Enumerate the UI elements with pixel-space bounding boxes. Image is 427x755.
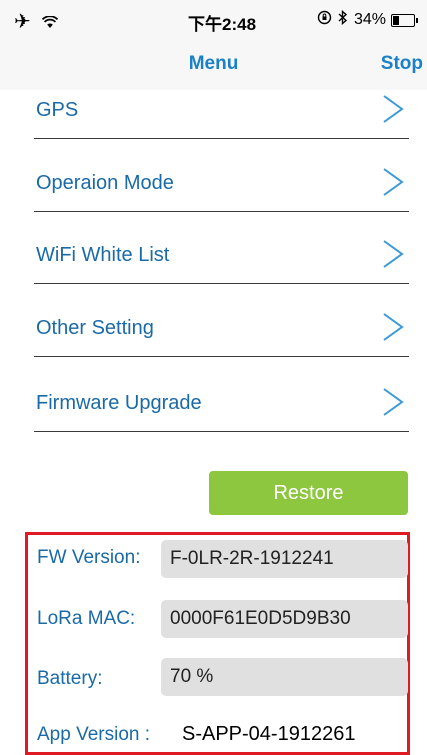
status-left: ✈ [14,9,58,34]
status-right: 34% [317,9,418,30]
device-info-panel: FW Version: F-0LR-2R-1912241 LoRa MAC: 0… [25,532,410,755]
menu-item-label: Firmware Upgrade [36,392,202,414]
chevron-right-icon [383,313,404,341]
app-version-label: App Version : [37,724,151,745]
status-bar: ✈ 下午2:48 34% [0,0,427,40]
menu-item-other-setting[interactable]: Other Setting [34,294,409,357]
battery-field: 70 % [161,658,408,696]
chevron-right-icon [383,388,404,416]
menu-item-operation-mode[interactable]: Operaion Mode [34,149,409,212]
battery-percent: 34% [353,11,386,28]
status-time: 下午2:48 [188,15,257,34]
chevron-right-icon [383,95,404,123]
bluetooth-icon [338,9,348,30]
chevron-right-icon [383,240,404,268]
menu-item-gps[interactable]: GPS [34,76,409,139]
airplane-icon: ✈ [14,11,31,33]
menu-item-label: GPS [36,99,79,121]
stop-button[interactable]: Stop [381,53,423,75]
fw-version-field: F-0LR-2R-1912241 [161,540,408,578]
battery-label: Battery: [37,668,103,689]
menu-item-firmware-upgrade[interactable]: Firmware Upgrade [34,369,409,432]
menu-item-wifi-white-list[interactable]: WiFi White List [34,221,409,284]
fw-version-label: FW Version: [37,547,141,568]
menu-item-label: Other Setting [36,317,154,339]
menu-item-label: WiFi White List [36,244,170,266]
restore-button[interactable]: Restore [209,471,408,515]
chevron-right-icon [383,168,404,196]
rotation-lock-icon [317,10,332,30]
menu-item-label: Operaion Mode [36,172,174,194]
lora-mac-label: LoRa MAC: [37,608,136,629]
page-title: Menu [188,53,239,74]
wifi-icon [37,13,58,32]
lora-mac-field: 0000F61E0D5D9B30 [161,600,408,638]
app-version-value: S-APP-04-1912261 [182,723,356,745]
battery-icon [391,13,418,27]
